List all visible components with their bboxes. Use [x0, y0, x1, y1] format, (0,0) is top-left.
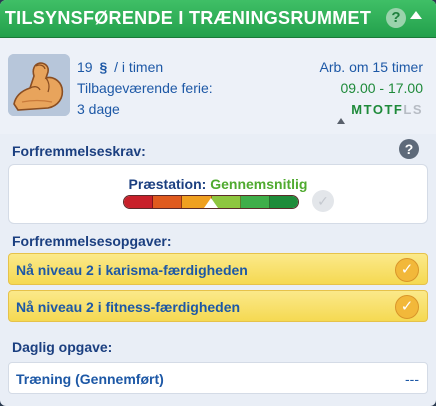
task-label: Nå niveau 2 i fitness-færdigheden [16, 299, 241, 315]
career-info: 19 § / i timen Tilbageværende ferie: 3 d… [0, 38, 436, 134]
performance-text: Præstation: Gennemsnitlig [9, 176, 427, 192]
vacation-label: Tilbageværende ferie: [77, 80, 213, 96]
day-tue: T [363, 102, 373, 117]
wage-amount: 19 [77, 59, 93, 75]
promotion-heading: Forfremmelseskrav: [12, 143, 146, 159]
day-sun: S [412, 102, 423, 117]
task-label: Nå niveau 2 i karisma-færdigheden [16, 262, 248, 278]
check-icon: ✓ [395, 295, 419, 319]
work-days: MTOTFLS [320, 99, 423, 120]
wage-unit: / i timen [114, 59, 164, 75]
day-thu: T [384, 102, 394, 117]
career-title: TILSYNSFØRENDE I TRÆNINGSRUMMET [4, 8, 372, 28]
today-marker-icon [337, 118, 345, 124]
vacation-value: 3 dage [77, 101, 120, 117]
check-icon: ✓ [312, 190, 334, 212]
performance-segment [240, 196, 270, 208]
work-hours: 09.00 - 17.00 [340, 80, 423, 96]
tasks-heading: Forfremmelsesopgaver: [12, 233, 172, 249]
help-icon[interactable]: ? [386, 8, 406, 28]
day-wed: O [372, 102, 385, 117]
career-panel: TILSYNSFØRENDE I TRÆNINGSRUMMET ? 19 § /… [0, 0, 436, 406]
performance-segment [153, 196, 183, 208]
performance-marker-icon [204, 198, 218, 208]
flexed-arm-icon [8, 54, 70, 116]
performance-segment [269, 196, 298, 208]
task-item[interactable]: Nå niveau 2 i karisma-færdigheden ✓ [8, 253, 428, 285]
daily-heading: Daglig opgave: [12, 339, 113, 355]
performance-box: Præstation: Gennemsnitlig ✓ [8, 164, 428, 224]
schedule-block: Arb. om 15 timer 09.00 - 17.00 MTOTFLS [320, 57, 423, 120]
daily-task-label: Træning (Gennemført) [16, 371, 164, 387]
daily-task[interactable]: Træning (Gennemført) --- [8, 362, 428, 394]
task-item[interactable]: Nå niveau 2 i fitness-færdigheden ✓ [8, 290, 428, 322]
simoleon-icon: § [99, 59, 108, 75]
performance-label: Præstation: [128, 176, 207, 192]
career-header: TILSYNSFØRENDE I TRÆNINGSRUMMET ? [0, 0, 436, 38]
help-icon[interactable]: ? [399, 139, 419, 159]
check-icon: ✓ [395, 258, 419, 282]
pay-vacation-block: 19 § / i timen Tilbageværende ferie: 3 d… [77, 57, 213, 120]
day-mon: M [351, 102, 364, 117]
performance-value: Gennemsnitlig [210, 176, 308, 192]
caret-up-icon[interactable] [410, 11, 422, 19]
performance-segment [124, 196, 154, 208]
daily-task-status: --- [405, 371, 419, 387]
work-countdown: Arb. om 15 timer [319, 59, 423, 75]
day-fri: F [393, 102, 404, 117]
day-sat: L [403, 102, 413, 117]
